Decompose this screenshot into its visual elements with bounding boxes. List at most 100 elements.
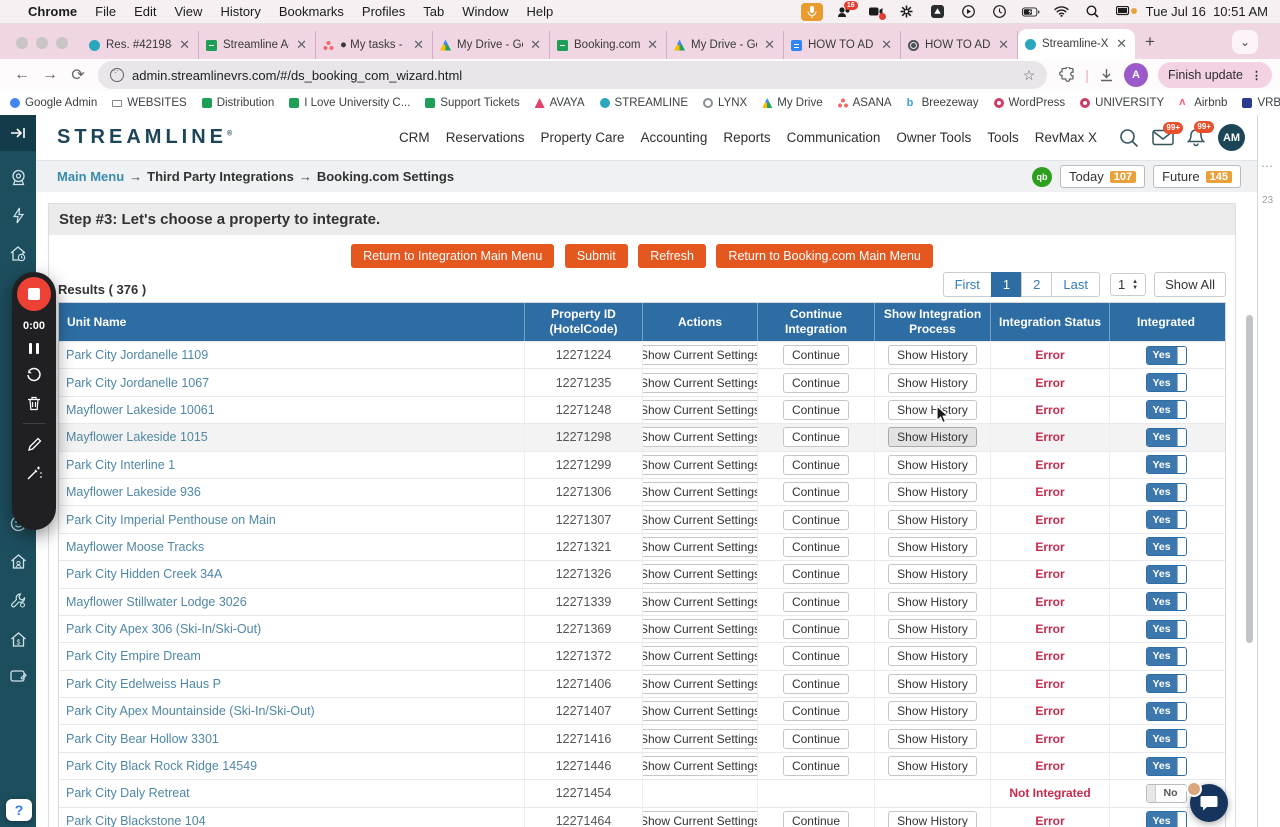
show-current-settings-button[interactable]: Show Current Settings [643,673,757,694]
unit-name-link[interactable]: Park City Blackstone 104 [66,814,206,827]
close-tab-icon[interactable]: ✕ [880,37,893,53]
integrated-toggle[interactable]: Yes [1145,537,1187,557]
chat-widget[interactable] [1186,781,1228,822]
show-current-settings-button[interactable]: Show Current Settings [643,701,757,722]
bookmark-avaya[interactable]: AVAYA [534,97,585,109]
location-pin-icon[interactable] [0,169,36,186]
unit-name-link[interactable]: Park City Apex Mountainside (Ski-In/Ski-… [66,704,315,718]
bookmark-lynx[interactable]: LYNX [703,97,747,109]
new-tab-button[interactable]: + [1145,32,1155,52]
integrated-toggle[interactable]: Yes [1145,701,1187,721]
pagination-page-2[interactable]: 2 [1021,272,1053,297]
show-current-settings-button[interactable]: Show Current Settings [643,399,757,420]
zoom-window-button[interactable] [56,37,68,49]
show-history-button[interactable]: Show History [888,536,977,557]
show-history-button[interactable]: Show History [888,509,977,530]
browser-tab[interactable]: Res. #421984, D ✕ [82,31,199,59]
continue-button[interactable]: Continue [782,673,850,694]
continue-button[interactable]: Continue [782,591,850,612]
restart-recording-button[interactable] [26,367,42,383]
url-text[interactable]: admin.streamlinevrs.com/#/ds_booking_com… [132,68,1015,83]
breadcrumb-main-menu[interactable]: Main Menu [57,169,124,184]
show-current-settings-button[interactable]: Show Current Settings [643,810,757,827]
url-bar[interactable]: admin.streamlinevrs.com/#/ds_booking_com… [98,61,1048,89]
integrated-toggle[interactable]: Yes [1145,400,1187,420]
show-history-button[interactable]: Show History [888,810,977,827]
menubar-clock[interactable]: Tue Jul 16 10:51 AM [1146,4,1268,19]
show-history-button[interactable]: Show History [888,591,977,612]
integrated-toggle[interactable]: Yes [1145,646,1187,666]
show-history-button[interactable]: Show History [888,564,977,585]
bookmark-streamline[interactable]: STREAMLINE [599,97,688,109]
home-user-icon[interactable] [0,553,36,570]
tablet-pen-icon[interactable] [0,669,36,684]
nav-owner-tools[interactable]: Owner Tools [896,130,971,145]
nav-property-care[interactable]: Property Care [540,130,624,145]
show-current-settings-button[interactable]: Show Current Settings [643,728,757,749]
integrated-toggle[interactable]: Yes [1145,373,1187,393]
continue-button[interactable]: Continue [782,509,850,530]
show-current-settings-button[interactable]: Show Current Settings [643,372,757,393]
home-clock-icon[interactable] [0,245,36,262]
show-history-button[interactable]: Show History [888,619,977,640]
return-integration-menu-button[interactable]: Return to Integration Main Menu [351,244,555,268]
refresh-button[interactable]: Refresh [638,244,706,268]
nav-reports[interactable]: Reports [723,130,770,145]
browser-tab[interactable]: My Drive - Goog ✕ [667,31,784,59]
site-info-icon[interactable] [110,66,124,82]
menu-history[interactable]: History [220,4,260,19]
browser-tab[interactable]: My Drive - Goog ✕ [433,31,550,59]
shield-app-icon[interactable] [929,4,947,20]
continue-button[interactable]: Continue [782,482,850,503]
settings-flower-icon[interactable] [898,4,916,20]
display-icon[interactable] [1115,4,1137,20]
integrated-toggle[interactable]: Yes [1145,592,1187,612]
wifi-icon[interactable] [1053,4,1071,20]
close-tab-icon[interactable]: ✕ [295,37,308,53]
close-tab-icon[interactable]: ✕ [997,37,1010,53]
continue-button[interactable]: Continue [782,564,850,585]
integrated-toggle[interactable]: Yes [1145,427,1187,447]
profile-avatar[interactable]: A [1123,63,1148,87]
show-history-button[interactable]: Show History [888,482,977,503]
nav-revmax-x[interactable]: RevMax X [1035,130,1097,145]
bell-icon[interactable]: 99+ [1187,121,1214,147]
finish-update-button[interactable]: Finish update ⋮ [1157,62,1272,88]
continue-button[interactable]: Continue [782,454,850,475]
draw-pen-button[interactable] [27,437,42,452]
unit-name-link[interactable]: Park City Hidden Creek 34A [66,567,222,581]
show-history-button[interactable]: Show History [888,427,977,448]
play-circle-icon[interactable] [960,4,978,20]
close-tab-icon[interactable]: ✕ [412,37,425,53]
unit-name-link[interactable]: Park City Empire Dream [66,649,201,663]
unit-name-link[interactable]: Park City Jordanelle 1067 [66,376,209,390]
minimize-window-button[interactable] [36,37,48,49]
home-dollar-icon[interactable]: $ [0,631,36,648]
unit-name-link[interactable]: Park City Interline 1 [66,458,175,472]
unit-name-link[interactable]: Mayflower Lakeside 10061 [66,403,215,417]
integrated-toggle[interactable]: Yes [1145,455,1187,475]
bookmark-i-love-university-c-[interactable]: I Love University C... [289,97,410,109]
show-history-button[interactable]: Show History [888,646,977,667]
menu-edit[interactable]: Edit [134,4,156,19]
bolt-icon[interactable] [0,207,36,224]
show-current-settings-button[interactable]: Show Current Settings [643,454,757,475]
integrated-toggle[interactable]: Yes [1145,674,1187,694]
effects-wand-button[interactable] [26,465,42,481]
future-button[interactable]: Future 145 [1153,165,1241,188]
unit-name-link[interactable]: Park City Jordanelle 1109 [66,348,208,362]
mail-icon[interactable]: 99+ [1152,122,1183,146]
bookmark-vrbo[interactable]: VRBO [1242,97,1280,109]
unit-name-link[interactable]: Park City Black Rock Ridge 14549 [66,759,257,773]
integrated-toggle[interactable]: Yes [1145,811,1187,827]
integrated-toggle[interactable]: Yes [1145,756,1187,776]
microphone-icon[interactable] [800,2,823,21]
unit-name-link[interactable]: Mayflower Stillwater Lodge 3026 [66,595,247,609]
bookmark-support-tickets[interactable]: Support Tickets [425,97,520,109]
continue-button[interactable]: Continue [782,701,850,722]
show-current-settings-button[interactable]: Show Current Settings [643,482,757,503]
scrollbar[interactable] [1246,315,1253,643]
integrated-toggle[interactable]: Yes [1145,345,1187,365]
submit-button[interactable]: Submit [564,244,628,268]
streamline-logo[interactable]: STREAMLINE® [57,126,232,149]
